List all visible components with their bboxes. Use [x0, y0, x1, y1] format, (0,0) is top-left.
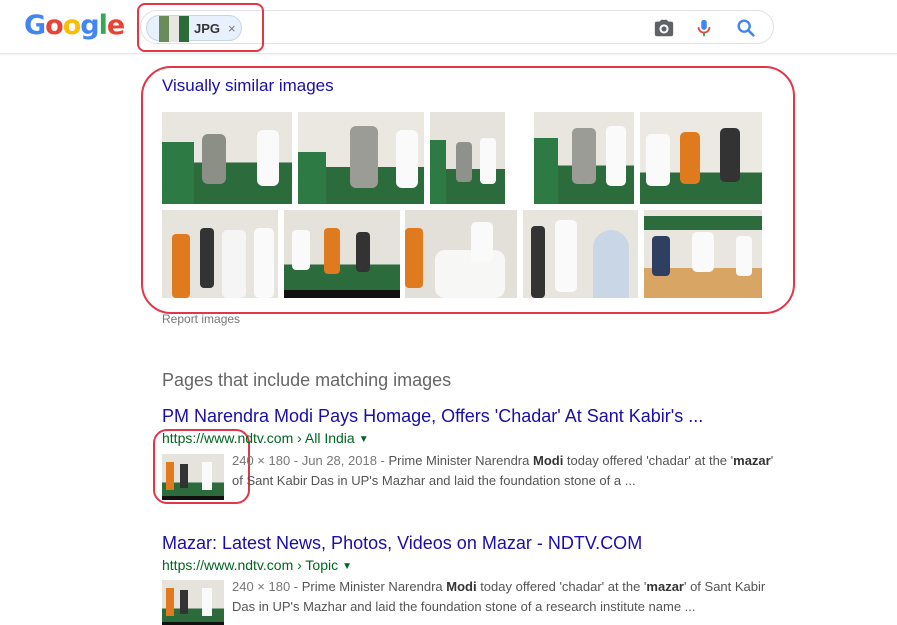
header-bar: Google JPG × — [0, 0, 897, 54]
result-url: https://www.ndtv.com › Topic ▼ — [162, 557, 352, 573]
caret-down-icon[interactable]: ▼ — [359, 434, 369, 445]
similar-image[interactable] — [162, 210, 278, 298]
pages-heading: Pages that include matching images — [162, 370, 452, 390]
caret-down-icon[interactable]: ▼ — [342, 561, 352, 572]
similar-image[interactable] — [430, 112, 505, 204]
report-images-link[interactable]: Report images — [162, 312, 240, 326]
result-url-text: https://www.ndtv.com › All India — [162, 430, 355, 446]
result-snippet: 240 × 180 - Prime Minister Narendra Modi… — [232, 579, 766, 614]
google-logo[interactable]: Google — [24, 10, 125, 41]
result-url-text: https://www.ndtv.com › Topic — [162, 557, 339, 573]
result-thumbnail[interactable] — [162, 580, 224, 625]
result-thumbnail[interactable] — [162, 454, 224, 500]
result-snippet: 240 × 180 - Jun 28, 2018 - Prime Ministe… — [232, 453, 774, 488]
microphone-icon[interactable] — [693, 17, 715, 39]
similar-image[interactable] — [405, 210, 517, 298]
result-title[interactable]: PM Narendra Modi Pays Homage, Offers 'Ch… — [162, 406, 703, 427]
result-title[interactable]: Mazar: Latest News, Photos, Videos on Ma… — [162, 533, 642, 554]
search-icon[interactable] — [735, 17, 757, 39]
similar-image[interactable] — [640, 112, 762, 204]
similar-image[interactable] — [534, 112, 634, 204]
annotation-circle-chip — [137, 3, 264, 52]
similar-image[interactable] — [162, 112, 292, 204]
similar-image[interactable] — [523, 210, 638, 298]
camera-icon[interactable] — [653, 17, 675, 39]
similar-image[interactable] — [298, 112, 424, 204]
similar-image[interactable] — [284, 210, 400, 298]
result-url: https://www.ndtv.com › All India ▼ — [162, 430, 369, 446]
similar-images-title[interactable]: Visually similar images — [162, 76, 334, 96]
similar-image[interactable] — [644, 210, 762, 298]
